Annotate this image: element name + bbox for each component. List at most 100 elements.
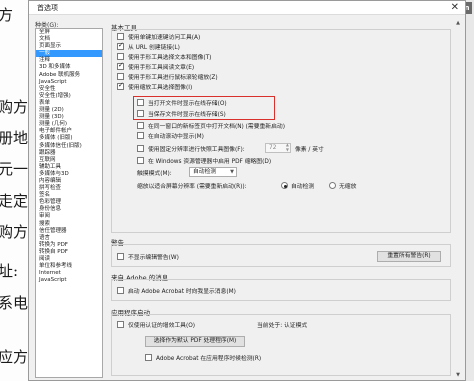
category-list[interactable]: 全屏 文档 页面显示 一般 注释 3D 和多媒体 Adobe 联机服务 JavaScript 安…	[35, 28, 103, 378]
default-pdf-handler-button[interactable]: 选择作为默认 PDF 处理程序(M)	[145, 336, 245, 347]
close-icon[interactable]: ✕	[451, 2, 459, 14]
option-label: 当打开文件时显示在线存储(O)	[148, 101, 227, 107]
sidebar-item[interactable]: 搜索	[36, 221, 102, 228]
option-label: 使用手形工具选择文本和图像(T)	[128, 55, 212, 61]
option-no-edit-warnings[interactable]: 不显示编辑警告(W)	[117, 252, 179, 261]
option-snapshot[interactable]: 使用固定分辨率进行快照工具图像(F):	[137, 144, 245, 153]
radio-label: 无缩放	[339, 184, 357, 190]
sidebar-item[interactable]: 表单	[36, 100, 102, 107]
sidebar-item[interactable]: 审阅	[36, 213, 102, 220]
unit-label: 像素 / 英寸	[295, 147, 324, 153]
snapshot-unit: 像素 / 英寸	[295, 144, 324, 153]
sidebar-item[interactable]: 语言	[36, 235, 102, 242]
checkbox[interactable]	[137, 99, 144, 106]
option-label: 在自动滚动中显示(M)	[148, 134, 204, 140]
sidebar-item[interactable]: 3D 和多媒体	[36, 64, 102, 71]
touch-mode-label: 触摸模式(M):	[137, 168, 172, 177]
option-zoom-image[interactable]: 使用缩放工具选择图像(I)	[117, 81, 192, 91]
option-label: 当保存文件时显示在线存储(S)	[148, 112, 226, 118]
scroll-down-icon[interactable]: ▼	[455, 372, 461, 378]
doc-line: 册地	[0, 129, 29, 147]
checkbox[interactable]	[117, 321, 124, 328]
radio[interactable]	[329, 182, 336, 189]
sidebar-item[interactable]: 多媒体与3D	[36, 171, 102, 178]
select-value: 自动检测	[193, 169, 217, 175]
snapshot-value: 72	[269, 145, 277, 151]
option-pdf-thumbnails[interactable]: 在 Windows 资源管理器中启用 PDF 缩略图(D)	[137, 156, 271, 165]
checkbox[interactable]	[117, 33, 124, 40]
option-adobe-messages[interactable]: 启动 Adobe Acrobat 时向我显示消息(M)	[117, 286, 236, 295]
option-hand-zoom[interactable]: 使用手形工具进行鼠标滚轮缩放(Z)	[117, 72, 218, 81]
radio[interactable]	[281, 182, 288, 189]
option-label: 使用固定分辨率进行快照工具图像(F):	[148, 147, 245, 153]
checkbox[interactable]	[117, 73, 124, 80]
sidebar-item[interactable]: 转换自 PDF	[36, 249, 102, 256]
option-label: 从 URL 创建链接(L)	[128, 45, 180, 51]
scale-auto-radio[interactable]: 自动检测	[281, 181, 314, 190]
dialog-title: 首选项	[37, 4, 58, 12]
sidebar-item[interactable]: 单位和参考线	[36, 263, 102, 270]
doc-line: 应方	[0, 348, 29, 366]
document-edge	[466, 0, 474, 381]
checkbox[interactable]	[117, 53, 124, 60]
sidebar-item[interactable]: 安全性(增强)	[36, 93, 102, 100]
sidebar-item[interactable]: 互联网	[36, 157, 102, 164]
scroll-up-icon[interactable]: ▲	[455, 20, 461, 26]
option-new-tab[interactable]: 在同一窗口的新标签页中打开文档(N) (需要重新启动)	[137, 121, 285, 130]
checkbox[interactable]	[137, 110, 144, 117]
option-label: Adobe Acrobat 在应用程序时候检测(R)	[156, 356, 262, 362]
option-save-online[interactable]: 当保存文件时显示在线存储(S)	[137, 109, 226, 118]
preferences-dialog: 首选项 ✕ 种类(G): 全屏 文档 页面显示 一般 注释 3D 和多媒体 Adobe 联机…	[28, 0, 466, 381]
sidebar-item[interactable]: JavaScript	[36, 79, 102, 86]
doc-line: 址:	[0, 262, 19, 280]
doc-line: 购方	[0, 223, 29, 241]
option-hand-read[interactable]: 使用手形工具阅读文章(E)	[117, 61, 195, 71]
option-open-online[interactable]: 当打开文件时显示在线存储(O)	[137, 98, 227, 107]
sidebar-item[interactable]: JavaScript	[36, 277, 102, 284]
snapshot-resolution-input[interactable]: 72 ▲ ▼	[265, 142, 291, 153]
label-text: 触摸模式(M):	[137, 171, 172, 177]
checkbox[interactable]	[137, 145, 144, 152]
radio-label: 自动检测	[291, 184, 315, 190]
sidebar-item[interactable]: Internet	[36, 270, 102, 277]
scale-none-radio[interactable]: 无缩放	[329, 181, 356, 190]
option-single-key[interactable]: 使用单键加速键访问工具(A)	[117, 32, 200, 41]
option-url-links[interactable]: 从 URL 创建链接(L)	[117, 41, 180, 51]
doc-line: 方	[0, 6, 14, 24]
option-label: 在 Windows 资源管理器中启用 PDF 缩略图(D)	[148, 159, 272, 165]
chevron-down-icon: ▼	[230, 169, 234, 175]
checkbox[interactable]	[137, 157, 144, 164]
checkbox[interactable]	[117, 287, 124, 294]
sidebar-item[interactable]: 跟踪器	[36, 150, 102, 157]
touch-mode-select[interactable]: 自动检测 ▼	[189, 167, 237, 177]
option-label: 启动 Adobe Acrobat 时向我显示消息(M)	[128, 289, 236, 295]
reset-warnings-button[interactable]: 重置所有警告(R)	[377, 251, 441, 262]
option-autoscroll[interactable]: 在自动滚动中显示(M)	[137, 131, 204, 140]
checkbox[interactable]	[145, 354, 152, 361]
option-label: 使用手形工具阅读文章(E)	[128, 65, 195, 71]
sidebar-item[interactable]: 多媒体 (旧版)	[36, 135, 102, 142]
option-app-detect[interactable]: Adobe Acrobat 在应用程序时候检测(R)	[145, 353, 261, 362]
scale-label: 缩放以适合屏幕分辨率 (需要重新启动(R)):	[137, 181, 247, 190]
checkbox[interactable]	[137, 122, 144, 129]
sidebar-item[interactable]: 安全性	[36, 86, 102, 93]
sidebar-item[interactable]: Adobe 联机服务	[36, 72, 102, 79]
spinner-arrows-icon[interactable]: ▲ ▼	[286, 142, 289, 152]
doc-line: 系电	[0, 294, 29, 312]
sidebar-item[interactable]: 辅助工具	[36, 164, 102, 171]
sidebar-item[interactable]: 内容编辑	[36, 178, 102, 185]
sidebar-item[interactable]: 多媒体信任(旧版)	[36, 143, 102, 150]
sidebar-item[interactable]: 转换为 PDF	[36, 242, 102, 249]
sidebar-item[interactable]: 信任管理器	[36, 228, 102, 235]
checkbox[interactable]	[117, 81, 124, 90]
checkbox[interactable]	[117, 41, 124, 50]
option-label: 仅使用认证的增效工具(O)	[128, 323, 196, 329]
checkbox[interactable]	[137, 132, 144, 139]
checkbox[interactable]	[117, 61, 124, 70]
vertical-scrollbar[interactable]: ▲ ▼	[455, 18, 461, 380]
checkbox[interactable]	[117, 253, 124, 260]
option-hand-select[interactable]: 使用手形工具选择文本和图像(T)	[117, 52, 211, 61]
option-certified-plugins[interactable]: 仅使用认证的增效工具(O)	[117, 320, 195, 329]
certified-mode-status: 当前处于: 认证模式	[257, 320, 307, 329]
status-text: 当前处于: 认证模式	[257, 323, 308, 329]
